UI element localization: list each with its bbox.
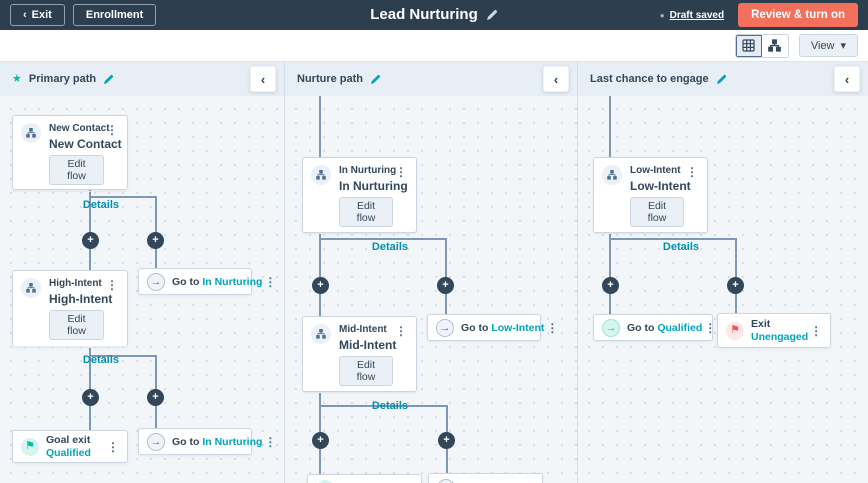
step-card-low-intent[interactable]: Low-Intent Low-Intent Edit flow ⋮ Detail…	[593, 157, 708, 253]
exit-button[interactable]: ‹ Exit	[10, 4, 65, 26]
goto-card-qualified[interactable]: → Go to Qualified ⋮	[593, 314, 716, 341]
goto-card-in-nurturing-2[interactable]: → Go to In Nurturing ⋮	[138, 428, 276, 455]
step-card-in-nurturing[interactable]: In Nurturing In Nurturing Edit flow ⋮ De…	[302, 157, 417, 253]
edit-flow-button[interactable]: Edit flow	[339, 356, 393, 386]
kebab-menu-icon[interactable]: ⋮	[684, 165, 700, 179]
step-title: Low-Intent	[630, 179, 691, 193]
edit-title-pencil-icon[interactable]	[486, 9, 498, 21]
step-label: High-Intent	[49, 278, 102, 289]
add-step-button[interactable]: +	[82, 232, 99, 249]
goto-arrow-icon: →	[436, 318, 454, 337]
connector	[735, 238, 737, 313]
nodes-layer: + + + + + + + + + + New Contact New Cont…	[0, 62, 868, 483]
step-label: In Nurturing	[339, 165, 397, 176]
kebab-menu-icon[interactable]: ⋮	[393, 165, 409, 179]
draft-dot-icon: ●	[659, 10, 665, 20]
exit-button-label: Exit	[31, 9, 52, 21]
grid-icon	[742, 39, 755, 52]
goto-arrow-icon: →	[147, 272, 165, 291]
kebab-menu-icon[interactable]: ⋮	[262, 275, 278, 289]
exit-card-unengaged[interactable]: ⚑ Exit Unengaged ⋮	[717, 313, 831, 348]
goto-text: Go to In Nurturing	[172, 435, 263, 448]
flow-icon	[602, 165, 622, 185]
add-step-button[interactable]: +	[727, 277, 744, 294]
flow-icon	[311, 324, 331, 344]
add-step-button[interactable]: +	[438, 432, 455, 449]
goal-exit-card[interactable]: ⚑ Goal exit Qualified ⋮	[12, 430, 128, 463]
kebab-menu-icon[interactable]: ⋮	[104, 123, 120, 137]
add-step-button[interactable]: +	[312, 277, 329, 294]
goto-arrow-icon: →	[602, 318, 620, 337]
sitemap-icon	[768, 39, 782, 52]
workflow-title: Lead Nurturing	[370, 6, 478, 23]
view-toolbar: View ▾	[0, 30, 868, 62]
step-card-mid-intent[interactable]: Mid-Intent Mid-Intent Edit flow ⋮ Detail…	[302, 316, 417, 412]
kebab-menu-icon[interactable]: ⋮	[262, 435, 278, 449]
step-label: Low-Intent	[630, 165, 681, 176]
workflow-canvas: ★ Primary path ‹ Nurture path ‹ Last cha…	[0, 62, 868, 483]
enrollment-button-label: Enrollment	[85, 9, 144, 21]
add-step-button[interactable]: +	[147, 389, 164, 406]
goto-card-low-intent[interactable]: → Go to Low-Intent ⋮	[427, 314, 558, 341]
goal-exit-text: Goal exit Qualified	[46, 434, 91, 459]
goto-arrow-icon	[437, 479, 455, 483]
add-step-button[interactable]: +	[147, 232, 164, 249]
exit-text: Exit Unengaged	[751, 318, 809, 343]
tree-view-button[interactable]	[761, 34, 788, 57]
step-card-high-intent[interactable]: High-Intent High-Intent Edit flow ⋮ Deta…	[12, 270, 128, 366]
add-step-button[interactable]: +	[82, 389, 99, 406]
details-link[interactable]: Details	[663, 241, 699, 253]
flow-icon	[21, 278, 41, 298]
grid-view-button[interactable]	[735, 34, 762, 57]
add-step-button[interactable]: +	[437, 277, 454, 294]
step-card-new-contact[interactable]: New Contact New Contact Edit flow ⋮ Deta…	[12, 115, 128, 211]
goto-card-in-nurturing-1[interactable]: → Go to In Nurturing ⋮	[138, 268, 276, 295]
edit-flow-button[interactable]: Edit flow	[339, 197, 393, 227]
goto-text: Go to Qualified	[627, 321, 703, 334]
goto-text: Go to In Nurturing	[172, 275, 263, 288]
view-dropdown-label: View	[810, 39, 835, 52]
step-label: Mid-Intent	[339, 324, 387, 335]
exit-flag-icon: ⚑	[726, 321, 744, 340]
cutoff-card-left[interactable]	[307, 474, 422, 483]
goto-text: Go to Low-Intent	[461, 321, 545, 334]
kebab-menu-icon[interactable]: ⋮	[393, 324, 409, 338]
step-title: New Contact	[49, 137, 122, 151]
kebab-menu-icon[interactable]: ⋮	[104, 278, 120, 292]
top-navbar: ‹ Exit Enrollment Lead Nurturing ● Draft…	[0, 0, 868, 30]
back-chevron-icon: ‹	[23, 9, 27, 21]
caret-down-icon: ▾	[840, 40, 846, 52]
draft-status[interactable]: ● Draft saved	[660, 10, 724, 21]
connector	[319, 96, 321, 157]
add-step-button[interactable]: +	[312, 432, 329, 449]
kebab-menu-icon[interactable]: ⋮	[702, 321, 718, 335]
layout-segmented-control	[734, 33, 789, 58]
details-link[interactable]: Details	[372, 400, 408, 412]
goto-arrow-icon: →	[147, 432, 165, 451]
view-dropdown[interactable]: View ▾	[798, 34, 858, 57]
connector	[445, 238, 447, 314]
step-title: High-Intent	[49, 292, 113, 306]
review-turn-on-button[interactable]: Review & turn on	[738, 3, 858, 27]
draft-status-label: Draft saved	[669, 9, 725, 21]
kebab-menu-icon[interactable]: ⋮	[544, 321, 560, 335]
flow-icon	[311, 165, 331, 185]
details-link[interactable]: Details	[83, 354, 119, 366]
edit-flow-button[interactable]: Edit flow	[630, 197, 684, 227]
details-link[interactable]: Details	[83, 199, 119, 211]
kebab-menu-icon[interactable]: ⋮	[808, 324, 824, 338]
step-title: In Nurturing	[339, 179, 408, 193]
cutoff-card-right[interactable]	[428, 473, 543, 483]
enrollment-button[interactable]: Enrollment	[72, 4, 157, 26]
details-link[interactable]: Details	[372, 241, 408, 253]
connector	[609, 96, 611, 157]
edit-flow-button[interactable]: Edit flow	[49, 155, 104, 185]
add-step-button[interactable]: +	[602, 277, 619, 294]
goal-flag-icon: ⚑	[21, 437, 39, 456]
kebab-menu-icon[interactable]: ⋮	[105, 440, 121, 454]
flow-icon	[21, 123, 41, 143]
edit-flow-button[interactable]: Edit flow	[49, 310, 104, 340]
step-label: New Contact	[49, 123, 110, 134]
step-title: Mid-Intent	[339, 338, 397, 352]
